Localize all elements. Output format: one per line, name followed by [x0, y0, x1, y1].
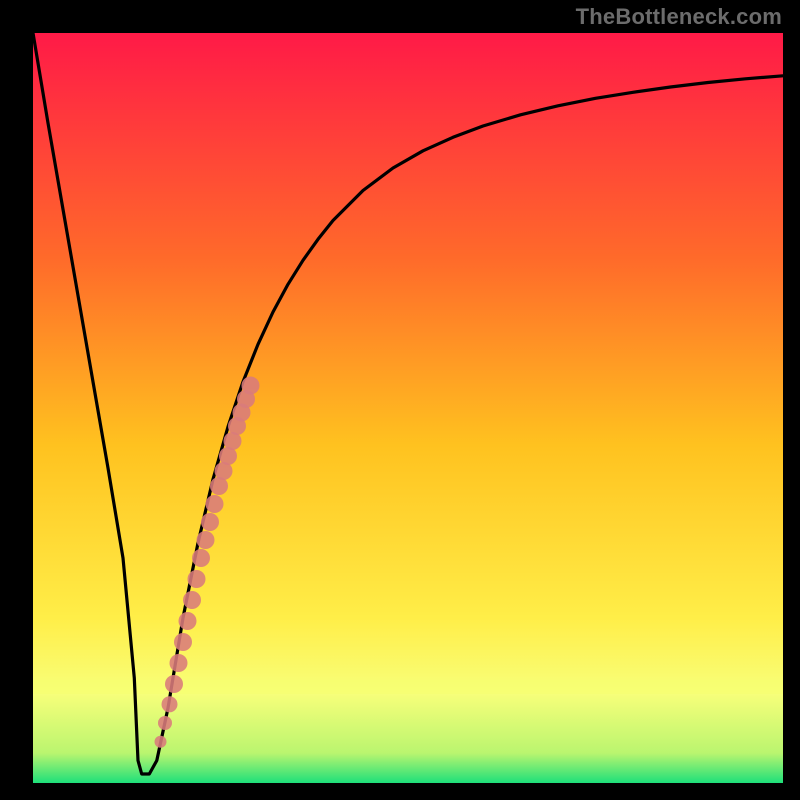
data-dot [165, 675, 183, 693]
data-dot [183, 591, 201, 609]
data-dot [206, 495, 224, 513]
data-dot [158, 716, 172, 730]
plot-area [33, 33, 783, 783]
chart-svg [33, 33, 783, 783]
data-dot [242, 377, 260, 395]
data-dot [162, 696, 178, 712]
gradient-background [33, 33, 783, 783]
data-dot [201, 513, 219, 531]
data-dot [179, 612, 197, 630]
data-dot [197, 531, 215, 549]
watermark-text: TheBottleneck.com [576, 4, 782, 30]
data-dot [155, 736, 167, 748]
data-dot [174, 633, 192, 651]
data-dot [188, 570, 206, 588]
chart-frame: TheBottleneck.com [0, 0, 800, 800]
data-dot [170, 654, 188, 672]
data-dot [192, 549, 210, 567]
yellow-band [33, 680, 783, 694]
